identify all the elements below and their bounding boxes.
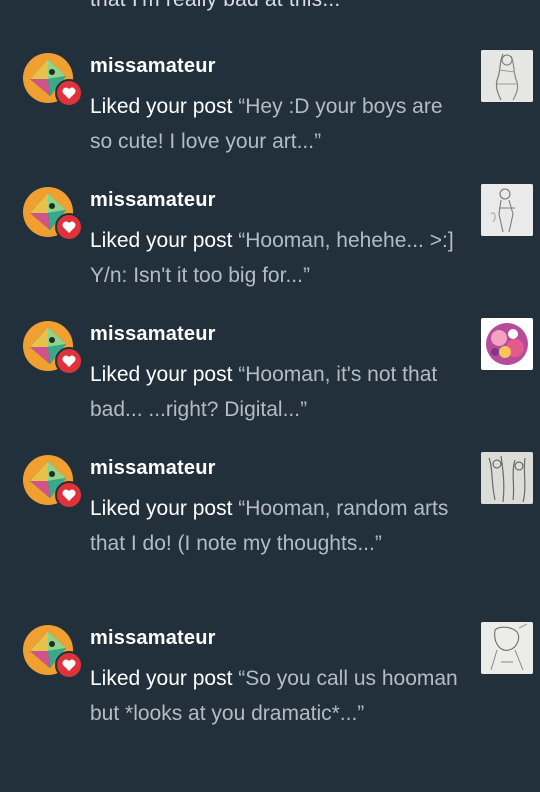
username[interactable]: missamateur: [90, 457, 216, 480]
action-label: Liked your post: [90, 363, 233, 386]
activity-item[interactable]: missamateur Liked your post “Hooman, ran…: [0, 452, 540, 594]
heart-icon: [62, 489, 76, 501]
post-thumbnail[interactable]: [481, 184, 533, 236]
heart-icon: [62, 659, 76, 671]
activity-item[interactable]: missamateur Liked your post “Hooman, it'…: [0, 318, 540, 460]
heart-badge: [55, 347, 83, 375]
username[interactable]: missamateur: [90, 627, 216, 650]
activity-message: Liked your post “So you call us hooman b…: [90, 661, 465, 731]
username[interactable]: missamateur: [90, 55, 216, 78]
avatar[interactable]: [22, 454, 83, 509]
post-thumbnail[interactable]: [481, 318, 533, 370]
heart-badge: [55, 651, 83, 679]
heart-badge: [55, 79, 83, 107]
avatar[interactable]: [22, 52, 83, 107]
avatar[interactable]: [22, 320, 83, 375]
activity-message: Liked your post “Hey :D your boys are so…: [90, 89, 465, 159]
heart-badge: [55, 213, 83, 241]
activity-message: Liked your post “Hooman, random arts tha…: [90, 491, 465, 561]
heart-badge: [55, 481, 83, 509]
username[interactable]: missamateur: [90, 323, 216, 346]
sketch-thumbnail-icon: [481, 452, 533, 504]
post-thumbnail[interactable]: [481, 452, 533, 504]
sketch-thumbnail-icon: [481, 184, 533, 236]
sketch-thumbnail-icon: [481, 50, 533, 102]
avatar[interactable]: [22, 186, 83, 241]
post-thumbnail[interactable]: [481, 50, 533, 102]
activity-item[interactable]: missamateur Liked your post “Hey :D your…: [0, 50, 540, 192]
action-label: Liked your post: [90, 95, 233, 118]
action-label: Liked your post: [90, 229, 233, 252]
heart-icon: [62, 355, 76, 367]
digital-art-thumbnail-icon: [481, 318, 533, 370]
activity-message: Liked your post “Hooman, hehehe... >:] Y…: [90, 223, 465, 293]
sketch-thumbnail-icon: [481, 622, 533, 674]
avatar[interactable]: [22, 624, 83, 679]
post-thumbnail[interactable]: [481, 622, 533, 674]
action-label: Liked your post: [90, 667, 233, 690]
activity-item[interactable]: missamateur Liked your post “Hooman, heh…: [0, 184, 540, 326]
heart-icon: [62, 87, 76, 99]
heart-icon: [62, 221, 76, 233]
previous-item-fragment: that I'm really bad at this...: [0, 0, 540, 18]
previous-item-text: that I'm really bad at this...: [90, 0, 340, 12]
username[interactable]: missamateur: [90, 189, 216, 212]
activity-message: Liked your post “Hooman, it's not that b…: [90, 357, 465, 427]
action-label: Liked your post: [90, 497, 233, 520]
activity-item[interactable]: missamateur Liked your post “So you call…: [0, 622, 540, 764]
